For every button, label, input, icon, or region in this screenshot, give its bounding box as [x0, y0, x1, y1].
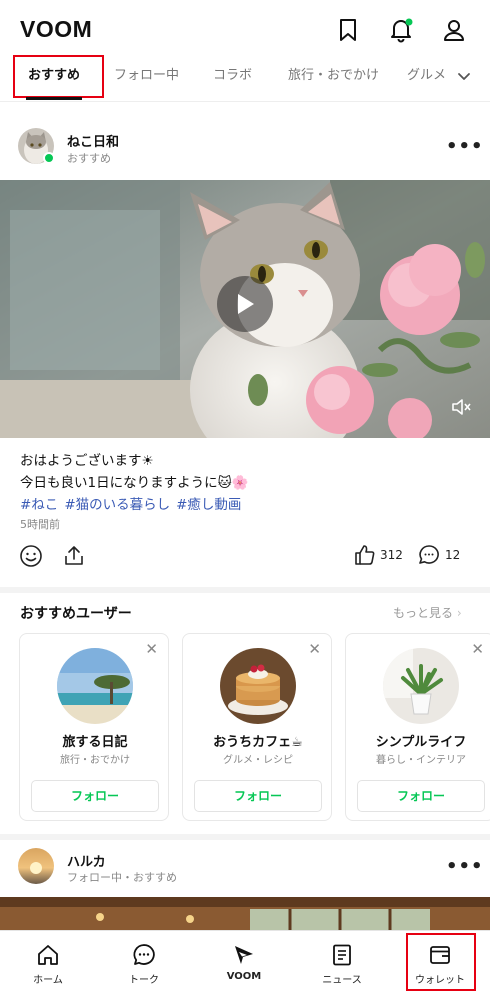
beach-image	[57, 648, 133, 724]
nav-voom-label: VOOM	[226, 971, 262, 982]
plant-image	[383, 648, 459, 724]
voom-icon	[235, 946, 253, 964]
chevron-down-icon	[458, 73, 470, 80]
user-card-name: おうちカフェ☕	[213, 735, 303, 750]
user-card-category: 暮らし・インテリア	[376, 755, 466, 766]
caption-line-1: おはようございます☀	[20, 453, 154, 469]
user-card-category: 旅行・おでかけ	[60, 755, 130, 766]
nav-home[interactable]: ホーム	[8, 931, 88, 1001]
close-icon: ✕	[471, 640, 484, 658]
hashtag-link[interactable]: #ねこ	[20, 497, 58, 513]
highlight-box-tab	[13, 55, 104, 98]
smiley-icon	[20, 545, 42, 567]
see-more-link[interactable]: もっと見る ›	[393, 604, 462, 621]
nav-voom[interactable]: VOOM	[204, 931, 284, 1001]
hashtag-link[interactable]: #猫のいる暮らし	[64, 497, 170, 513]
section-divider	[0, 587, 490, 593]
follow-button[interactable]: フォロー	[357, 780, 485, 812]
user-card[interactable]: ✕ おうちカフェ☕ グルメ・レシピ フォロー	[182, 633, 332, 821]
follow-button[interactable]: フォロー	[31, 780, 159, 812]
tabs-divider	[0, 101, 490, 102]
news-icon	[333, 944, 351, 966]
post-more-button[interactable]: •••	[446, 136, 484, 157]
dismiss-card-button[interactable]: ✕	[308, 640, 321, 658]
user-card-avatar	[383, 648, 459, 724]
mute-button[interactable]	[450, 396, 472, 418]
post-author-subtitle: おすすめ	[67, 152, 111, 165]
thumbs-up-icon	[355, 545, 375, 565]
tab-following[interactable]: フォロー中	[114, 58, 179, 94]
user-card-name: シンプルライフ	[375, 735, 467, 750]
post-author-name[interactable]: ねこ日和	[67, 131, 119, 150]
tabs-expand-button[interactable]	[454, 66, 474, 86]
hashtag-link[interactable]: #癒し動画	[176, 497, 241, 513]
share-button[interactable]	[62, 544, 86, 568]
notification-button[interactable]	[385, 14, 417, 46]
comment-count: 12	[445, 548, 461, 562]
bookmark-button[interactable]	[332, 14, 364, 46]
home-icon	[38, 945, 58, 965]
section-divider	[0, 834, 490, 840]
user-card-avatar	[220, 648, 296, 724]
comment-icon	[419, 545, 439, 564]
person-icon	[444, 20, 464, 41]
post-more-button[interactable]: •••	[446, 856, 484, 877]
recommended-users-title: おすすめユーザー	[20, 606, 132, 622]
play-icon	[238, 294, 254, 314]
bookmark-icon	[340, 19, 356, 41]
like-count: 312	[380, 548, 403, 562]
user-card[interactable]: ✕ 旅する日記 旅行・おでかけ フォロー	[19, 633, 169, 821]
user-card-category: グルメ・レシピ	[223, 755, 293, 766]
reaction-button[interactable]	[19, 544, 43, 568]
tab-travel[interactable]: 旅行・おでかけ	[288, 58, 379, 94]
chat-icon	[133, 944, 155, 965]
bell-icon	[391, 18, 413, 43]
tab-gourmet[interactable]: グルメ	[407, 58, 447, 94]
follow-button[interactable]: フォロー	[194, 780, 322, 812]
nav-news[interactable]: ニュース	[302, 931, 382, 1001]
play-button[interactable]	[217, 276, 273, 332]
nav-home-label: ホーム	[33, 975, 63, 986]
sunset-avatar-image	[18, 848, 54, 884]
speaker-muted-icon	[452, 399, 471, 415]
post-author-subtitle: フォロー中・おすすめ	[67, 871, 177, 884]
pancake-image	[220, 648, 296, 724]
more-dots-icon: •••	[446, 136, 484, 157]
nav-news-label: ニュース	[322, 975, 362, 986]
user-card[interactable]: ✕ シンプルライフ 暮らし・インテリア フォロー	[345, 633, 490, 821]
chevron-right-icon: ›	[456, 606, 462, 620]
user-card-name: 旅する日記	[62, 735, 128, 750]
dismiss-card-button[interactable]: ✕	[145, 640, 158, 658]
post-caption: おはようございます☀ 今日も良い1日になりますように🐱🌸 #ねこ #猫のいる暮らし…	[20, 450, 470, 516]
dismiss-card-button[interactable]: ✕	[471, 640, 484, 658]
more-dots-icon: •••	[446, 856, 484, 877]
close-icon: ✕	[308, 640, 321, 658]
nav-talk-label: トーク	[129, 975, 159, 986]
tab-collab[interactable]: コラボ	[213, 58, 252, 94]
see-more-label: もっと見る	[393, 606, 454, 620]
hashtag-list: #ねこ #猫のいる暮らし #癒し動画	[20, 494, 470, 516]
comment-button[interactable]	[418, 544, 442, 568]
nav-talk[interactable]: トーク	[104, 931, 184, 1001]
caption-line-2: 今日も良い1日になりますように🐱🌸	[20, 475, 249, 491]
post-timestamp: 5時間前	[20, 518, 60, 531]
profile-button[interactable]	[438, 14, 470, 46]
online-status-badge	[43, 152, 55, 164]
active-tab-indicator	[26, 97, 82, 100]
post-author-name[interactable]: ハルカ	[67, 851, 106, 870]
close-icon: ✕	[145, 640, 158, 658]
post-author-avatar[interactable]	[18, 848, 54, 884]
highlight-box-wallet	[406, 933, 476, 991]
user-card-avatar	[57, 648, 133, 724]
share-icon	[65, 546, 83, 565]
like-button[interactable]	[354, 544, 378, 568]
app-logo: VOOM	[20, 16, 93, 42]
